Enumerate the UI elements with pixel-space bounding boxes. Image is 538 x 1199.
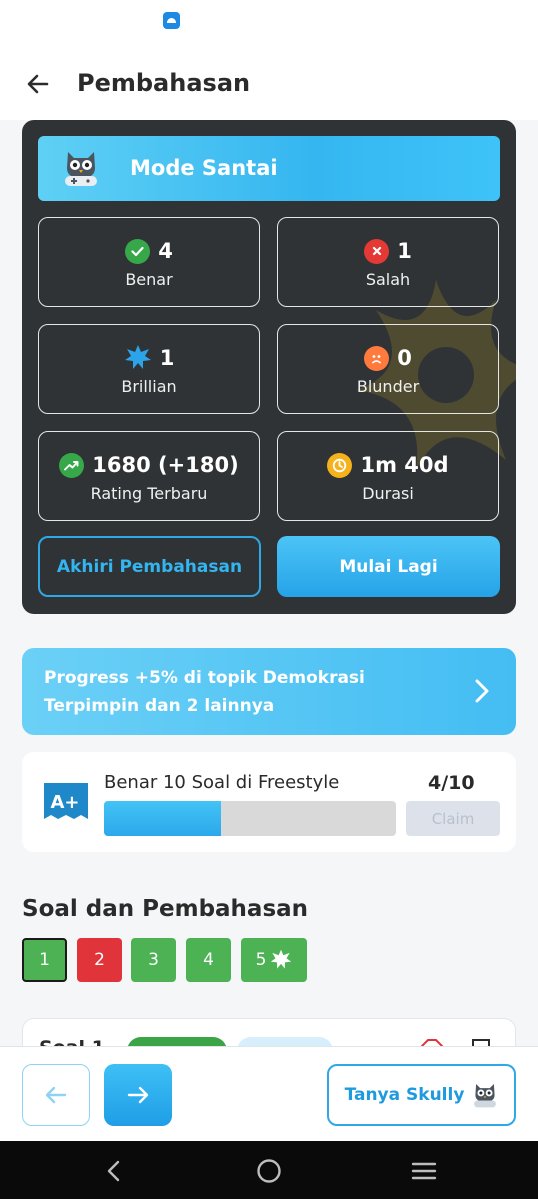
stat-value: 1 bbox=[397, 239, 412, 263]
stat-durasi: 1m 40d Durasi bbox=[277, 431, 499, 521]
progress-text: Progress +5% di topik Demokrasi Terpimpi… bbox=[44, 668, 365, 716]
check-icon bbox=[125, 238, 151, 264]
stat-value: 0 bbox=[397, 346, 412, 370]
question-number-2[interactable]: 2 bbox=[77, 938, 122, 982]
status-badge bbox=[127, 1037, 227, 1046]
back-button[interactable] bbox=[20, 66, 56, 102]
question-number-label: 3 bbox=[148, 950, 159, 970]
owl-mascot-icon bbox=[65, 152, 97, 186]
svg-text:A+: A+ bbox=[50, 792, 79, 813]
stat-value: 1 bbox=[159, 346, 175, 370]
stat-brillian: 1 Brillian bbox=[38, 324, 260, 414]
owl-mascot-icon bbox=[474, 1084, 497, 1108]
notification-app-icon bbox=[163, 12, 180, 29]
quest-title: Benar 10 Soal di Freestyle bbox=[104, 772, 340, 793]
sad-face-icon bbox=[364, 345, 390, 371]
arrow-right-icon bbox=[127, 1086, 149, 1104]
clock-icon bbox=[327, 452, 353, 478]
question-number-5[interactable]: 5 bbox=[241, 938, 307, 982]
question-number-label: 4 bbox=[203, 950, 214, 970]
quest-count: 4/10 bbox=[428, 772, 475, 794]
system-navigation-bar bbox=[0, 1141, 538, 1199]
stat-label: Durasi bbox=[362, 484, 414, 503]
question-number-label: 1 bbox=[39, 950, 50, 970]
result-card: Mode Santai 4 Benar 1 Salah 1 Brillian 0… bbox=[22, 120, 516, 614]
bottom-action-bar: Tanya Skully bbox=[0, 1046, 538, 1141]
star-burst-icon bbox=[271, 949, 292, 969]
stat-label: Benar bbox=[125, 270, 173, 289]
stat-label: Rating Terbaru bbox=[90, 484, 208, 503]
status-bar bbox=[0, 0, 538, 44]
quest-progress-fill bbox=[104, 801, 221, 836]
trend-up-icon bbox=[59, 452, 85, 478]
grade-a-plus-icon: A+ bbox=[44, 783, 88, 819]
system-recents-button[interactable] bbox=[409, 1156, 439, 1186]
claim-button[interactable]: Claim bbox=[406, 801, 500, 836]
question-number-label: 2 bbox=[94, 950, 105, 970]
stat-value: 4 bbox=[158, 239, 173, 263]
restart-button[interactable]: Mulai Lagi bbox=[277, 536, 500, 597]
menu-lines-icon bbox=[411, 1162, 437, 1180]
chevron-right-icon bbox=[475, 679, 489, 703]
report-icon[interactable] bbox=[421, 1039, 443, 1046]
quest-progress-bar bbox=[104, 801, 396, 836]
mode-banner: Mode Santai bbox=[38, 136, 500, 201]
stat-value: 1680 (+180) bbox=[92, 453, 239, 477]
stat-rating: 1680 (+180) Rating Terbaru bbox=[38, 431, 260, 521]
stat-label: Blunder bbox=[356, 377, 420, 396]
question-number-label: 5 bbox=[255, 950, 267, 970]
stat-value: 1m 40d bbox=[360, 453, 449, 477]
category-badge bbox=[237, 1037, 333, 1046]
content-scroll[interactable]: Mode Santai 4 Benar 1 Salah 1 Brillian 0… bbox=[0, 120, 538, 1046]
question-card-title: Soal 1 bbox=[39, 1037, 105, 1046]
stat-label: Brillian bbox=[121, 377, 177, 396]
quest-card: A+ Benar 10 Soal di Freestyle 4/10 Claim bbox=[22, 752, 516, 852]
section-title: Soal dan Pembahasan bbox=[22, 896, 309, 922]
question-number-4[interactable]: 4 bbox=[186, 938, 231, 982]
arrow-left-icon bbox=[45, 1086, 67, 1104]
stat-blunder: 0 Blunder bbox=[277, 324, 499, 414]
arrow-left-icon bbox=[27, 74, 49, 94]
ask-skully-button[interactable]: Tanya Skully bbox=[327, 1064, 516, 1126]
system-home-button[interactable] bbox=[254, 1156, 284, 1186]
system-back-button[interactable] bbox=[98, 1156, 128, 1186]
app-bar: Pembahasan bbox=[0, 44, 538, 120]
star-burst-icon bbox=[124, 345, 151, 369]
question-card: Soal 1 bbox=[22, 1018, 516, 1046]
question-number-3[interactable]: 3 bbox=[131, 938, 176, 982]
x-icon bbox=[364, 238, 390, 264]
bookmark-icon[interactable] bbox=[471, 1039, 491, 1046]
home-circle-icon bbox=[257, 1159, 281, 1183]
chevron-left-icon bbox=[107, 1160, 120, 1182]
stat-benar: 4 Benar bbox=[38, 217, 260, 307]
ask-skully-label: Tanya Skully bbox=[344, 1085, 465, 1105]
next-question-button[interactable] bbox=[104, 1064, 172, 1126]
question-number-1[interactable]: 1 bbox=[22, 938, 67, 982]
page-title: Pembahasan bbox=[77, 69, 251, 97]
mode-title: Mode Santai bbox=[130, 156, 278, 180]
previous-question-button[interactable] bbox=[22, 1064, 90, 1126]
stat-label: Salah bbox=[365, 270, 411, 289]
end-review-button[interactable]: Akhiri Pembahasan bbox=[38, 536, 261, 597]
stat-salah: 1 Salah bbox=[277, 217, 499, 307]
topic-progress-banner[interactable]: Progress +5% di topik Demokrasi Terpimpi… bbox=[22, 648, 516, 735]
